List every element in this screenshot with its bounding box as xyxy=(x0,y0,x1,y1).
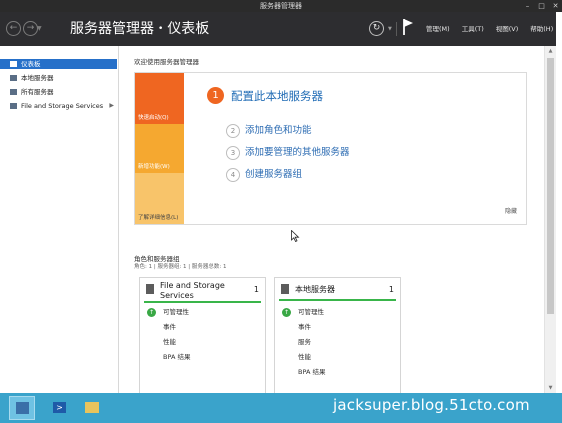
step-2-add-roles-link[interactable]: 添加角色和功能 xyxy=(245,124,312,138)
close-button[interactable]: ✕ xyxy=(551,1,560,11)
watermark: jacksuper.blog.51cto.com xyxy=(333,396,530,414)
menu-view[interactable]: 视图(V) xyxy=(496,24,519,34)
status-bar xyxy=(279,299,396,301)
status-ok-icon: ↑ xyxy=(147,308,156,317)
status-bar xyxy=(144,301,261,303)
forward-arrow-icon: → xyxy=(26,23,35,33)
step-3-number: 3 xyxy=(226,146,240,160)
scroll-up-icon[interactable]: ▲ xyxy=(545,46,556,56)
role-card-row[interactable]: 性能 xyxy=(298,352,311,362)
menu-help[interactable]: 帮助(H) xyxy=(530,24,553,34)
server-icon xyxy=(281,284,289,294)
menu-tools[interactable]: 工具(T) xyxy=(462,24,484,34)
role-card-row[interactable]: 可管理性 xyxy=(298,307,324,317)
role-card-row[interactable]: 服务 xyxy=(298,337,311,347)
step-1-number: 1 xyxy=(207,87,224,104)
role-card-count: 1 xyxy=(253,285,259,294)
breadcrumb-root: 服务器管理器 xyxy=(70,21,154,37)
role-card-row[interactable]: BPA 结果 xyxy=(163,352,190,362)
tab-whats-new[interactable]: 新增功能(W) xyxy=(135,124,184,173)
step-4-number: 4 xyxy=(226,168,240,182)
tab-label: 了解详细信息(L) xyxy=(138,215,179,221)
header-divider xyxy=(396,22,397,36)
role-card-title: File and Storage Services xyxy=(160,281,225,300)
mouse-cursor-icon xyxy=(291,230,300,242)
refresh-button[interactable]: ↻ xyxy=(369,21,384,36)
step-1-configure-local-server-link[interactable]: 配置此本地服务器 xyxy=(231,88,323,104)
scroll-down-icon[interactable]: ▼ xyxy=(545,383,556,393)
taskbar-powershell[interactable]: > xyxy=(46,396,72,420)
welcome-title: 欢迎使用服务器管理器 xyxy=(134,58,199,66)
scrollbar-thumb[interactable] xyxy=(547,58,554,314)
step-4-create-group-link[interactable]: 创建服务器组 xyxy=(245,168,302,182)
storage-icon xyxy=(10,103,17,109)
minimize-button[interactable]: – xyxy=(523,1,532,11)
roles-summary: 角色: 1 | 服务器组: 1 | 服务器总数: 1 xyxy=(134,264,227,270)
role-card-row[interactable]: 事件 xyxy=(163,322,176,332)
taskbar-file-explorer[interactable] xyxy=(79,396,105,420)
app-header: ← → ▼ 服务器管理器 • 仪表板 ↻ ▼ 管理(M) 工具(T) 视图(V) 帮… xyxy=(0,12,562,46)
breadcrumb: 服务器管理器 • 仪表板 xyxy=(70,20,209,38)
role-card-row[interactable]: 性能 xyxy=(163,337,176,347)
hide-welcome-link[interactable]: 隐藏 xyxy=(505,206,517,215)
servers-icon xyxy=(10,89,17,95)
window-controls: – □ ✕ xyxy=(523,1,560,11)
vertical-scrollbar[interactable]: ▲ ▼ xyxy=(544,46,556,393)
sidebar-item-label: 所有服务器 xyxy=(21,88,54,96)
role-card-row[interactable]: 可管理性 xyxy=(163,307,189,317)
server-icon xyxy=(10,75,17,81)
role-card-local-server[interactable]: 本地服务器 1 ↑ 可管理性 事件 服务 性能 BPA 结果 xyxy=(274,277,401,397)
header-menu: 管理(M) 工具(T) 视图(V) 帮助(H) xyxy=(426,24,553,34)
status-ok-icon: ↑ xyxy=(282,308,291,317)
refresh-icon: ↻ xyxy=(372,23,381,33)
step-3-add-servers-link[interactable]: 添加要管理的其他服务器 xyxy=(245,146,350,160)
sidebar-item-dashboard[interactable]: 仪表板 xyxy=(0,59,117,69)
role-card-title: 本地服务器 xyxy=(295,285,335,294)
storage-icon xyxy=(146,284,154,294)
tab-label: 快速启动(Q) xyxy=(138,115,169,121)
maximize-button[interactable]: □ xyxy=(537,1,546,11)
history-dropdown-icon[interactable]: ▼ xyxy=(37,25,42,32)
role-card-row[interactable]: 事件 xyxy=(298,322,311,332)
sidebar-item-label: 本地服务器 xyxy=(21,74,54,82)
window-title-bar: 服务器管理器 – □ ✕ xyxy=(0,0,562,12)
menu-manage[interactable]: 管理(M) xyxy=(426,24,450,34)
step-2-number: 2 xyxy=(226,124,240,138)
sidebar-item-local-server[interactable]: 本地服务器 xyxy=(0,73,117,83)
powershell-icon: > xyxy=(53,402,66,413)
sidebar-item-label: 仪表板 xyxy=(21,60,41,68)
dashboard-icon xyxy=(10,61,17,67)
sidebar-item-file-storage[interactable]: File and Storage Services ▶ xyxy=(0,101,117,111)
refresh-dropdown-icon[interactable]: ▼ xyxy=(388,26,392,32)
folder-icon xyxy=(85,402,99,413)
notifications-flag-icon[interactable] xyxy=(403,19,413,35)
window-title: 服务器管理器 xyxy=(260,2,302,10)
sidebar: 仪表板 本地服务器 所有服务器 File and Storage Service… xyxy=(0,57,118,393)
taskbar-server-manager[interactable] xyxy=(9,396,35,420)
role-card-count: 1 xyxy=(388,285,394,294)
back-arrow-icon: ← xyxy=(9,23,18,33)
window-edge xyxy=(556,12,562,393)
role-card-row[interactable]: BPA 结果 xyxy=(298,367,325,377)
forward-button[interactable]: → xyxy=(23,21,38,36)
back-button[interactable]: ← xyxy=(6,21,21,36)
sidebar-item-all-servers[interactable]: 所有服务器 xyxy=(0,87,117,97)
server-manager-icon xyxy=(16,402,29,414)
chevron-right-icon: ▶ xyxy=(109,102,114,109)
tab-label: 新增功能(W) xyxy=(138,164,170,170)
tab-learn-more[interactable]: 了解详细信息(L) xyxy=(135,173,184,224)
sidebar-item-label: File and Storage Services xyxy=(21,102,104,110)
breadcrumb-separator: • xyxy=(158,24,164,34)
tab-quick-start[interactable]: 快速启动(Q) xyxy=(135,73,184,124)
breadcrumb-current: 仪表板 xyxy=(167,21,210,37)
role-card-file-storage[interactable]: File and Storage Services 1 ↑ 可管理性 事件 性能… xyxy=(139,277,266,397)
